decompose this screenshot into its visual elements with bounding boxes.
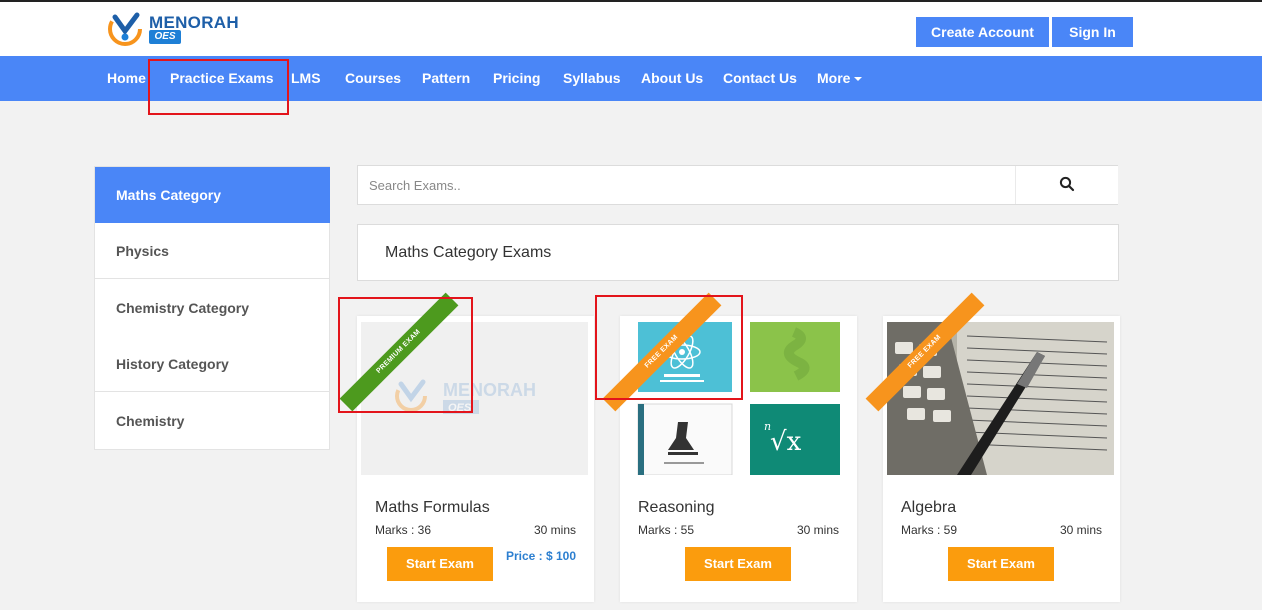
sidebar-item-physics[interactable]: Physics [95,223,330,279]
category-heading: Maths Category Exams [385,244,552,261]
exam-duration: 30 mins [796,523,839,537]
sidebar-item-maths-category[interactable]: Maths Category [95,167,330,223]
exam-title: Reasoning [638,499,715,516]
sign-in-button[interactable]: Sign In [1052,17,1133,47]
menorah-watermark: MENORAH OES [393,376,563,421]
sidebar-item-chemistry-category[interactable]: Chemistry Category [95,280,330,336]
sidebar-item-chemistry[interactable]: Chemistry [95,393,330,449]
nav-syllabus[interactable]: Syllabus [563,56,621,101]
nav-more-label: More [817,70,851,86]
nav-contact-us[interactable]: Contact Us [723,56,797,101]
sidebar-item-history-category[interactable]: History Category [95,336,330,392]
exam-marks: Marks : 55 [638,523,695,537]
nav-lms[interactable]: LMS [291,56,321,101]
nav-about-us[interactable]: About Us [641,56,703,101]
svg-text:OES: OES [448,402,472,414]
top-header: MENORAH OES Create Account Sign In [0,0,1262,56]
nav-more[interactable]: More [817,56,863,101]
search-input[interactable] [358,166,1015,204]
start-exam-button[interactable]: Start Exam [948,547,1054,581]
exam-card-algebra[interactable]: FREE EXAM Algebra Marks : 59 30 mins Sta… [865,292,1120,602]
exam-card-reasoning[interactable]: √x n FREE EXAM Reasoning Marks : 55 30 m… [602,292,857,602]
exam-duration: 30 mins [1059,523,1102,537]
nav-pricing[interactable]: Pricing [493,56,540,101]
search-icon [1059,176,1075,191]
caret-down-icon [854,77,863,82]
svg-text:n: n [764,420,771,433]
exam-duration: 30 mins [533,523,576,537]
main-nav: Home Practice Exams LMS Courses Pattern … [0,56,1262,101]
search-button[interactable] [1015,166,1118,204]
svg-text:√x: √x [770,427,802,457]
exam-title: Algebra [901,499,957,516]
search-bar [357,165,1118,205]
logo-mark-icon [108,12,142,46]
exam-price: Price : $ 100 [505,549,576,563]
exam-marks: Marks : 36 [375,523,432,537]
svg-text:MENORAH: MENORAH [443,380,536,400]
nav-home[interactable]: Home [107,56,146,101]
start-exam-button[interactable]: Start Exam [387,547,493,581]
exam-title: Maths Formulas [375,499,490,516]
menorah-logo[interactable]: MENORAH OES [107,11,239,47]
category-heading-panel: Maths Category Exams [357,224,1119,281]
nav-courses[interactable]: Courses [345,56,401,101]
nav-practice-exams[interactable]: Practice Exams [170,56,274,101]
exam-card-maths-formulas[interactable]: MENORAH OES PREMIUM EXAM Maths Formulas … [339,292,594,602]
start-exam-button[interactable]: Start Exam [685,547,791,581]
create-account-button[interactable]: Create Account [916,17,1049,47]
nav-pattern[interactable]: Pattern [422,56,470,101]
brand-sub: OES [149,30,181,44]
exam-marks: Marks : 59 [901,523,958,537]
category-sidebar: Maths Category Physics Chemistry Categor… [94,166,330,450]
